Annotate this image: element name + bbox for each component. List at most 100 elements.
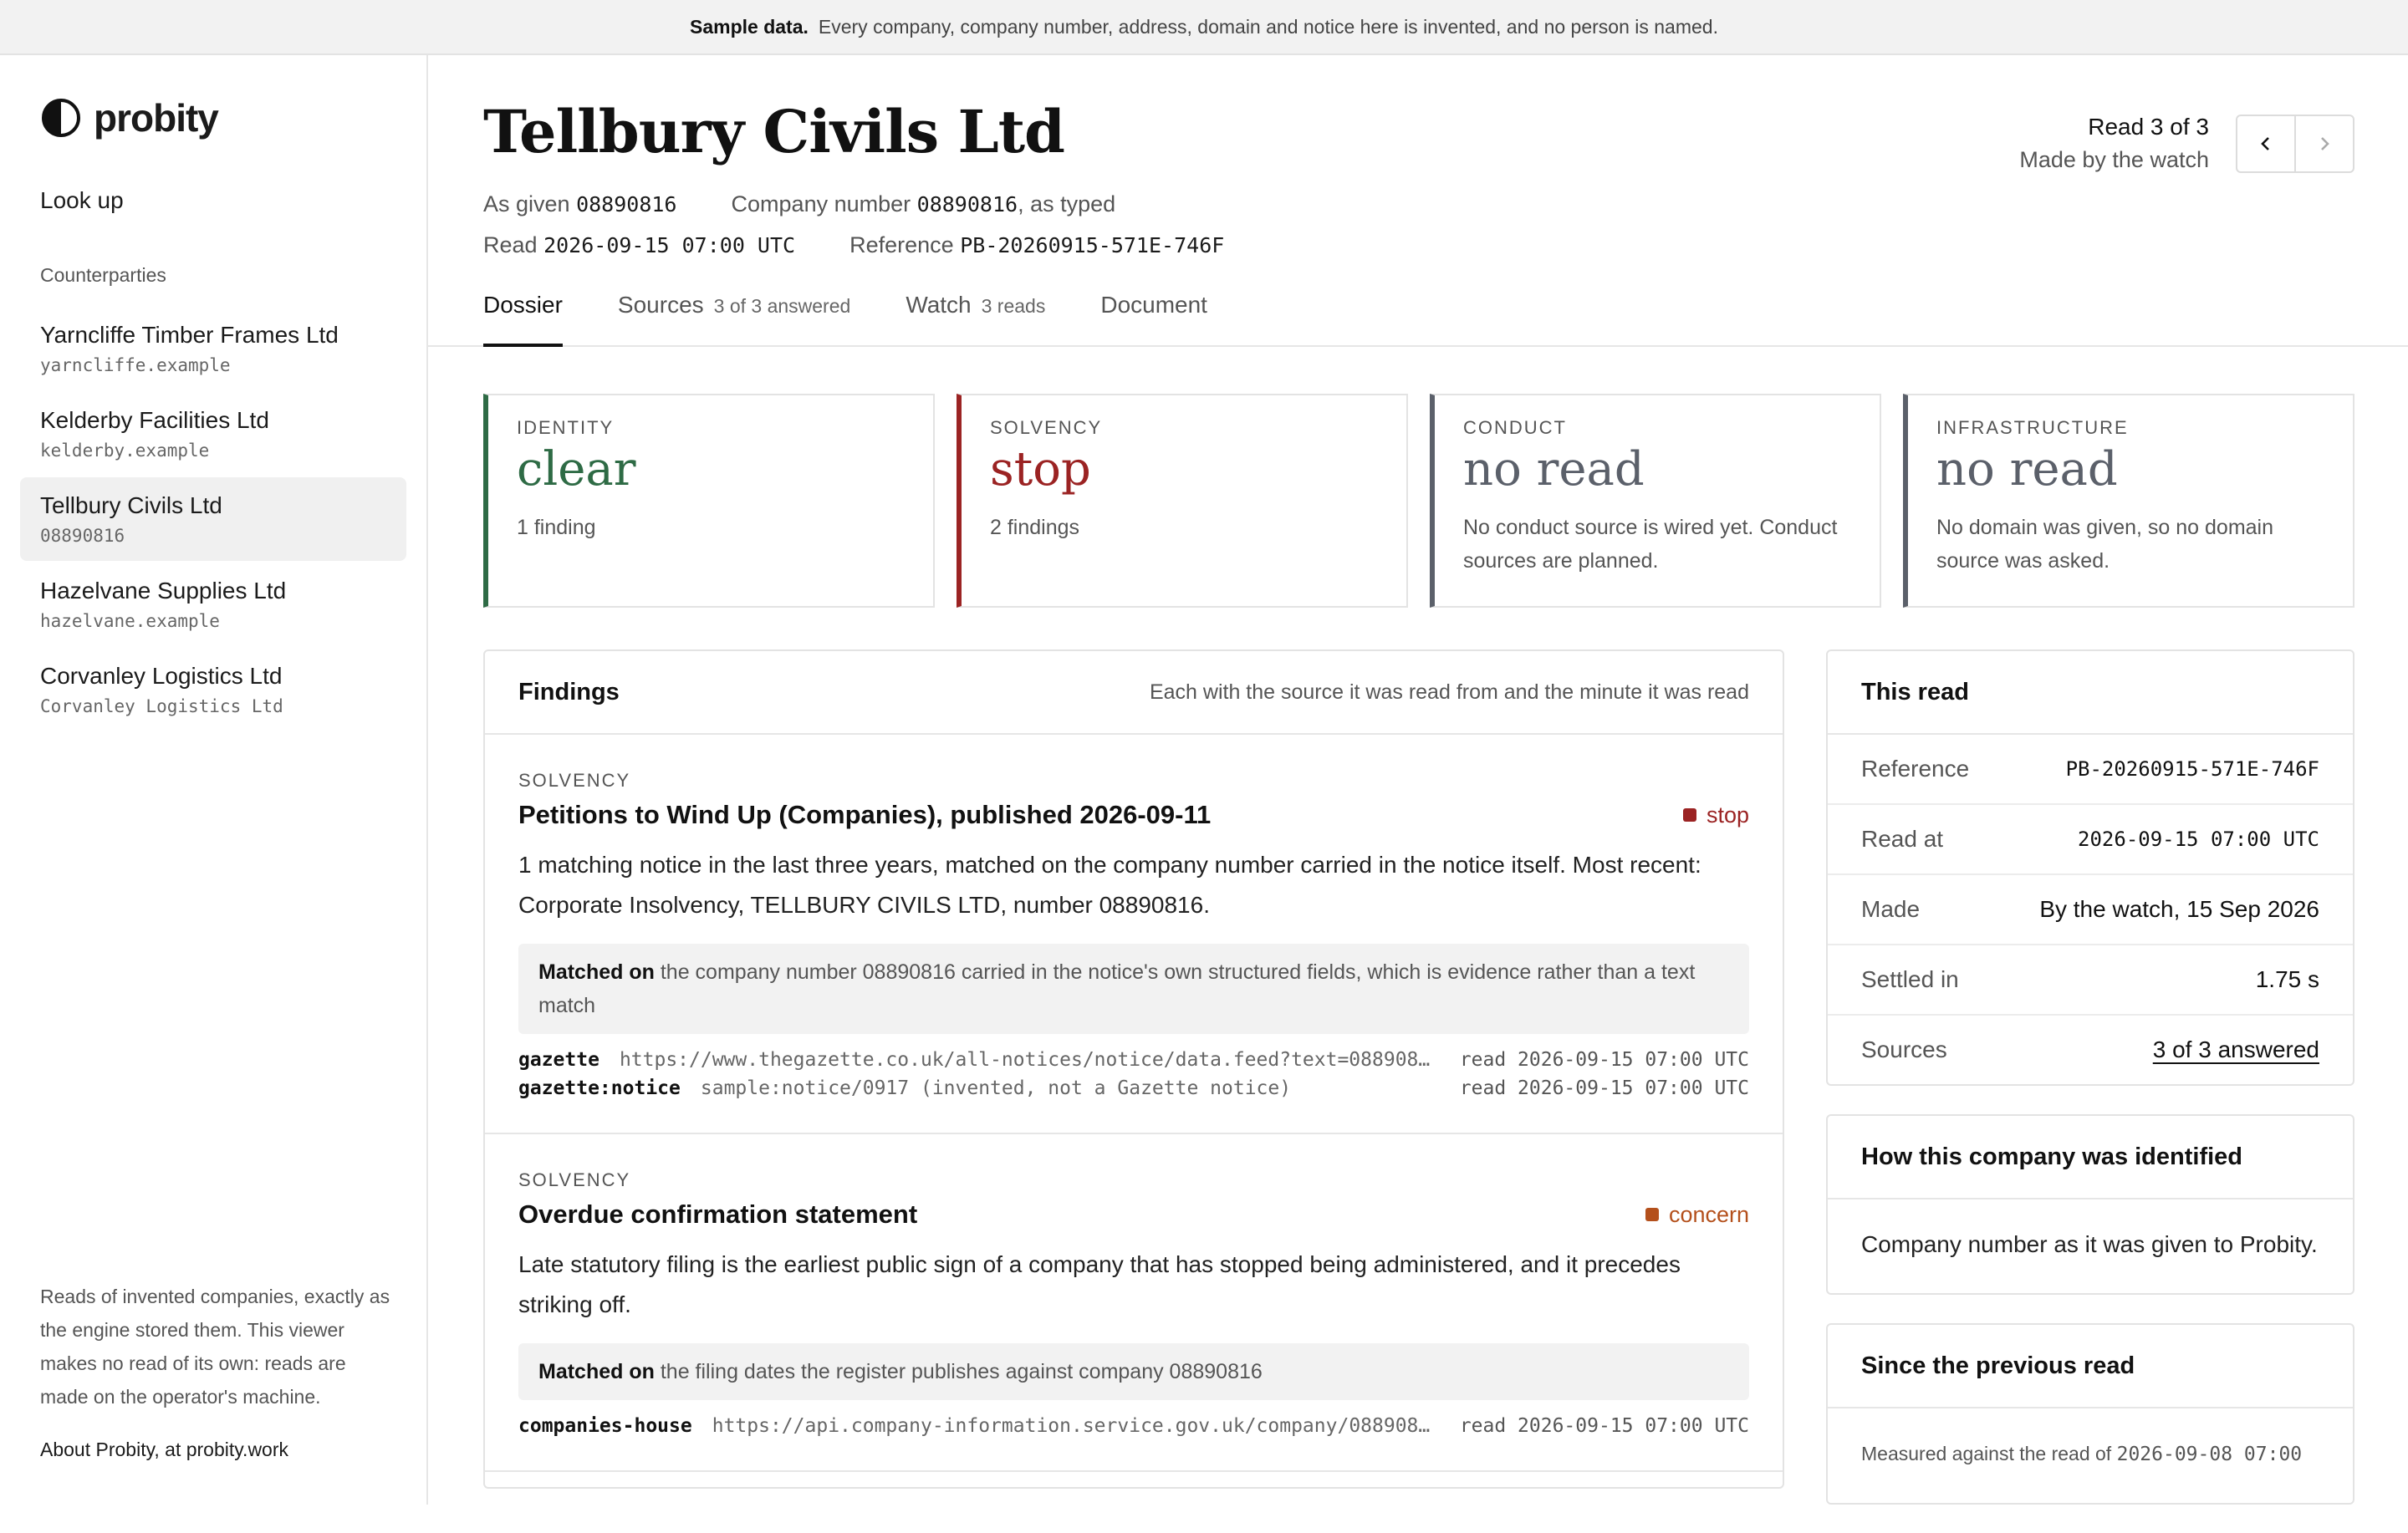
read-count: Read 3 of 3 xyxy=(2088,114,2209,140)
chevron-right-icon xyxy=(2321,136,2329,150)
finding-badge: concern xyxy=(1645,1202,1749,1228)
match-text: the company number 08890816 carried in t… xyxy=(538,960,1696,1017)
counterparty-item[interactable]: Hazelvane Supplies Ltd hazelvane.example xyxy=(20,563,406,646)
next-read-button[interactable] xyxy=(2294,115,2353,171)
this-read-row: Reference PB-20260915-571E-746F xyxy=(1828,735,2353,805)
identification-title: How this company was identified xyxy=(1861,1143,2243,1170)
findings-subtitle: Each with the source it was read from an… xyxy=(1149,680,1749,704)
counterparty-name: Corvanley Logistics Ltd xyxy=(40,663,283,689)
main-content: Tellbury Civils Ltd As given 08890816 Co… xyxy=(428,55,2408,1505)
finding-match: Matched on the company number 08890816 c… xyxy=(518,944,1749,1034)
tab-watch[interactable]: Watch 3 reads xyxy=(906,292,1045,345)
row-value: PB-20260915-571E-746F xyxy=(2065,757,2319,781)
dossier-tabs: Dossier Sources 3 of 3 answered Watch 3 re… xyxy=(428,292,2408,347)
sidebar-footer: Reads of invented companies, exactly as … xyxy=(40,1280,393,1505)
source-row: gazette:notice sample:notice/0917 (inven… xyxy=(518,1077,1749,1099)
this-read-title: This read xyxy=(1861,678,1969,705)
finding-item: SOLVENCY Petitions to Wind Up (Companies… xyxy=(485,735,1783,1134)
counterparty-sub: hazelvane.example xyxy=(40,611,220,631)
identification-body: Company number as it was given to Probit… xyxy=(1861,1231,2318,1257)
banner-label: Sample data. xyxy=(690,15,809,38)
sources-answered-link[interactable]: 3 of 3 answered xyxy=(2153,1036,2319,1063)
card-label: IDENTITY xyxy=(517,417,615,438)
findings-title: Findings xyxy=(518,678,620,705)
this-read-row: Sources 3 of 3 answered xyxy=(1828,1016,2353,1084)
finding-title: Petitions to Wind Up (Companies), publis… xyxy=(518,800,1212,829)
read-made: Made by the watch xyxy=(2019,147,2209,172)
identification-panel: How this company was identified Company … xyxy=(1826,1114,2354,1295)
card-note: 1 finding xyxy=(517,516,596,539)
finding-match: Matched on the filing dates the register… xyxy=(518,1343,1749,1400)
tab-dossier[interactable]: Dossier xyxy=(483,292,563,347)
nav-lookup[interactable]: Look up xyxy=(0,187,426,214)
tab-document[interactable]: Document xyxy=(1100,292,1207,345)
previous-read-body: Measured against the read of 2026-09-08 … xyxy=(1828,1408,2353,1503)
source-row: gazette https://www.thegazette.co.uk/all… xyxy=(518,1049,1749,1071)
sidebar-note: Reads of invented companies, exactly as … xyxy=(40,1286,390,1408)
source-row: companies-house https://api.company-info… xyxy=(518,1415,1749,1437)
row-value: 2026-09-15 07:00 UTC xyxy=(2078,828,2319,851)
read-meta-row: Read 2026-09-15 07:00 UTC Reference PB-2… xyxy=(483,232,2353,258)
findings-header: Findings Each with the source it was rea… xyxy=(485,651,1783,735)
right-column: This read Reference PB-20260915-571E-746… xyxy=(1826,649,2354,1533)
card-verdict: clear xyxy=(517,442,636,497)
source-url[interactable]: https://www.thegazette.co.uk/all-notices… xyxy=(620,1049,1435,1071)
company-number-value: 08890816 xyxy=(916,192,1018,216)
concern-square-icon xyxy=(1645,1208,1659,1221)
counterparty-list: Yarncliffe Timber Frames Ltd yarncliffe.… xyxy=(0,307,426,731)
verdict-card-conduct: CONDUCT no read No conduct source is wir… xyxy=(1430,394,1881,608)
match-label: Matched on xyxy=(538,1360,655,1383)
source-name: gazette xyxy=(518,1049,599,1071)
source-url[interactable]: https://api.company-information.service.… xyxy=(712,1415,1435,1437)
brand-logo[interactable]: probity xyxy=(0,55,426,140)
finding-category: SOLVENCY xyxy=(518,1169,631,1190)
about-link[interactable]: About Probity, at probity.work xyxy=(40,1439,393,1461)
source-when: read 2026-09-15 07:00 UTC xyxy=(1459,1077,1749,1099)
source-url: sample:notice/0917 (invented, not a Gaze… xyxy=(700,1077,1292,1099)
card-label: CONDUCT xyxy=(1463,417,1567,438)
tab-count: 3 of 3 answered xyxy=(713,295,851,317)
counterparties-heading: Counterparties xyxy=(40,264,166,286)
card-note: No domain was given, so no domain source… xyxy=(1936,516,2274,573)
card-verdict: no read xyxy=(1936,442,2118,497)
banner-text: Every company, company number, address, … xyxy=(818,15,1718,38)
card-note: No conduct source is wired yet. Conduct … xyxy=(1463,516,1838,573)
stop-square-icon xyxy=(1682,808,1696,822)
read-label: Read xyxy=(483,232,538,257)
previous-read-title: Since the previous read xyxy=(1861,1352,2135,1379)
previous-read-panel: Since the previous read Measured against… xyxy=(1826,1323,2354,1505)
counterparty-item[interactable]: Corvanley Logistics Ltd Corvanley Logist… xyxy=(20,648,406,731)
verdict-cards: IDENTITY clear 1 finding SOLVENCY stop 2… xyxy=(428,394,2408,608)
half-circle-logo-icon xyxy=(42,99,80,137)
previous-read-prefix: Measured against the read of xyxy=(1861,1443,2112,1464)
card-note: 2 findings xyxy=(990,516,1080,539)
sample-data-banner: Sample data. Every company, company numb… xyxy=(0,0,2408,55)
as-given-value: 08890816 xyxy=(576,192,677,216)
company-number-label: Company number xyxy=(731,191,911,216)
company-number-suffix: , as typed xyxy=(1018,191,1116,216)
chevron-left-icon xyxy=(2261,136,2269,150)
read-navigator: Read 3 of 3 Made by the watch xyxy=(2019,114,2354,173)
verdict-card-identity: IDENTITY clear 1 finding xyxy=(483,394,935,608)
previous-read-button[interactable] xyxy=(2237,116,2294,171)
counterparty-sub: yarncliffe.example xyxy=(40,355,231,375)
counterparty-name: Kelderby Facilities Ltd xyxy=(40,407,269,433)
finding-badge: stop xyxy=(1682,802,1749,828)
counterparty-item[interactable]: Kelderby Facilities Ltd kelderby.example xyxy=(20,392,406,476)
row-value: 1.75 s xyxy=(2255,966,2319,992)
this-read-row: Settled in 1.75 s xyxy=(1828,945,2353,1016)
source-name: gazette:notice xyxy=(518,1077,681,1099)
card-label: SOLVENCY xyxy=(990,417,1103,438)
row-label: Made xyxy=(1861,896,1921,922)
source-name: companies-house xyxy=(518,1415,692,1437)
tab-sources[interactable]: Sources 3 of 3 answered xyxy=(618,292,850,345)
tab-label: Watch xyxy=(906,292,972,318)
verdict-card-infrastructure: INFRASTRUCTURE no read No domain was giv… xyxy=(1903,394,2354,608)
findings-panel: Findings Each with the source it was rea… xyxy=(483,649,1784,1489)
this-read-row: Read at 2026-09-15 07:00 UTC xyxy=(1828,805,2353,875)
counterparty-item[interactable]: Yarncliffe Timber Frames Ltd yarncliffe.… xyxy=(20,307,406,390)
counterparty-item-active[interactable]: Tellbury Civils Ltd 08890816 xyxy=(20,477,406,561)
verdict-card-solvency: SOLVENCY stop 2 findings xyxy=(957,394,1408,608)
row-label: Read at xyxy=(1861,826,1944,852)
this-read-row: Made By the watch, 15 Sep 2026 xyxy=(1828,875,2353,945)
